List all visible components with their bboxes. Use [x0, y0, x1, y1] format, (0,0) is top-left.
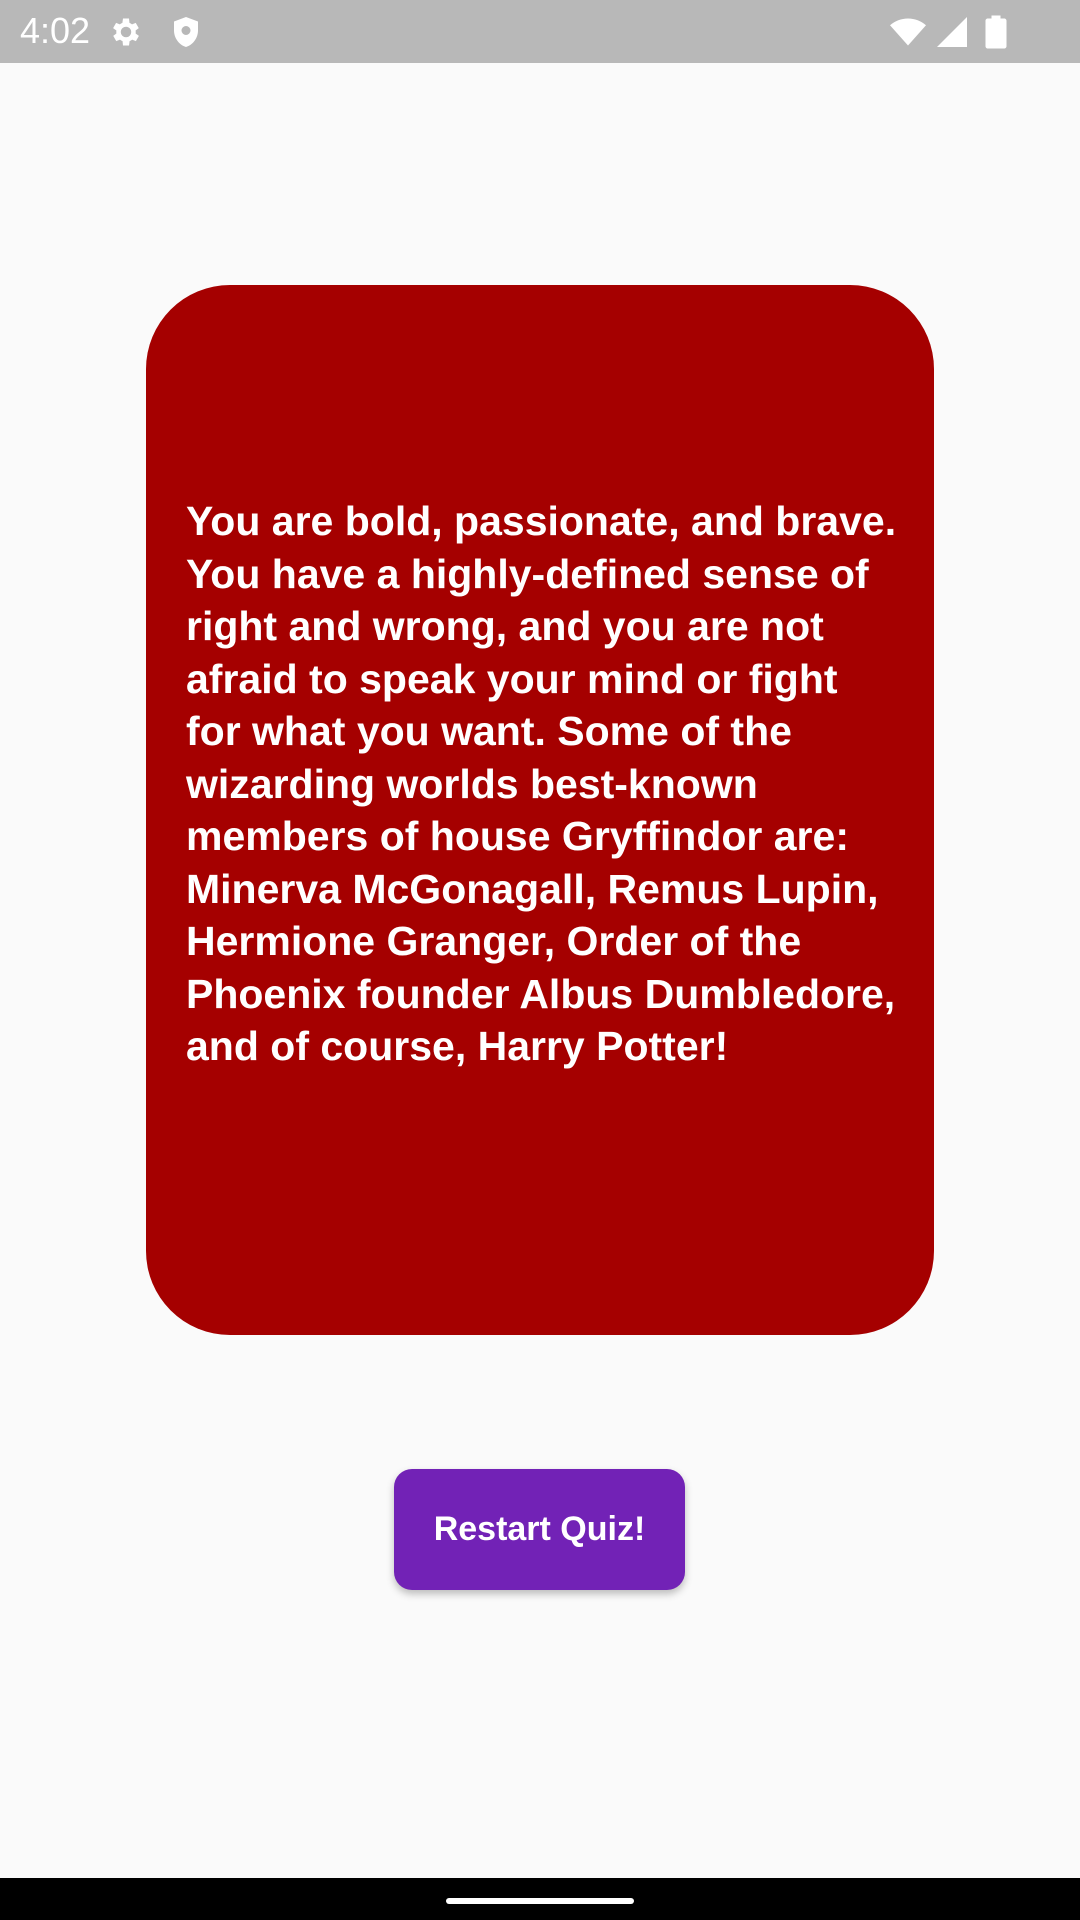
wifi-icon — [888, 14, 928, 50]
home-gesture-handle[interactable] — [446, 1898, 634, 1904]
status-time: 4:02 — [20, 10, 91, 51]
battery-icon — [982, 14, 1010, 50]
shield-icon — [168, 14, 204, 50]
result-card: You are bold, passionate, and brave. You… — [146, 285, 934, 1335]
settings-icon — [108, 14, 144, 50]
restart-quiz-button[interactable]: Restart Quiz! — [394, 1469, 685, 1590]
navigation-bar — [0, 1878, 1080, 1920]
cell-signal-icon — [934, 14, 970, 50]
status-bar: 4:02 — [0, 0, 1080, 63]
result-description: You are bold, passionate, and brave. You… — [186, 498, 897, 1069]
